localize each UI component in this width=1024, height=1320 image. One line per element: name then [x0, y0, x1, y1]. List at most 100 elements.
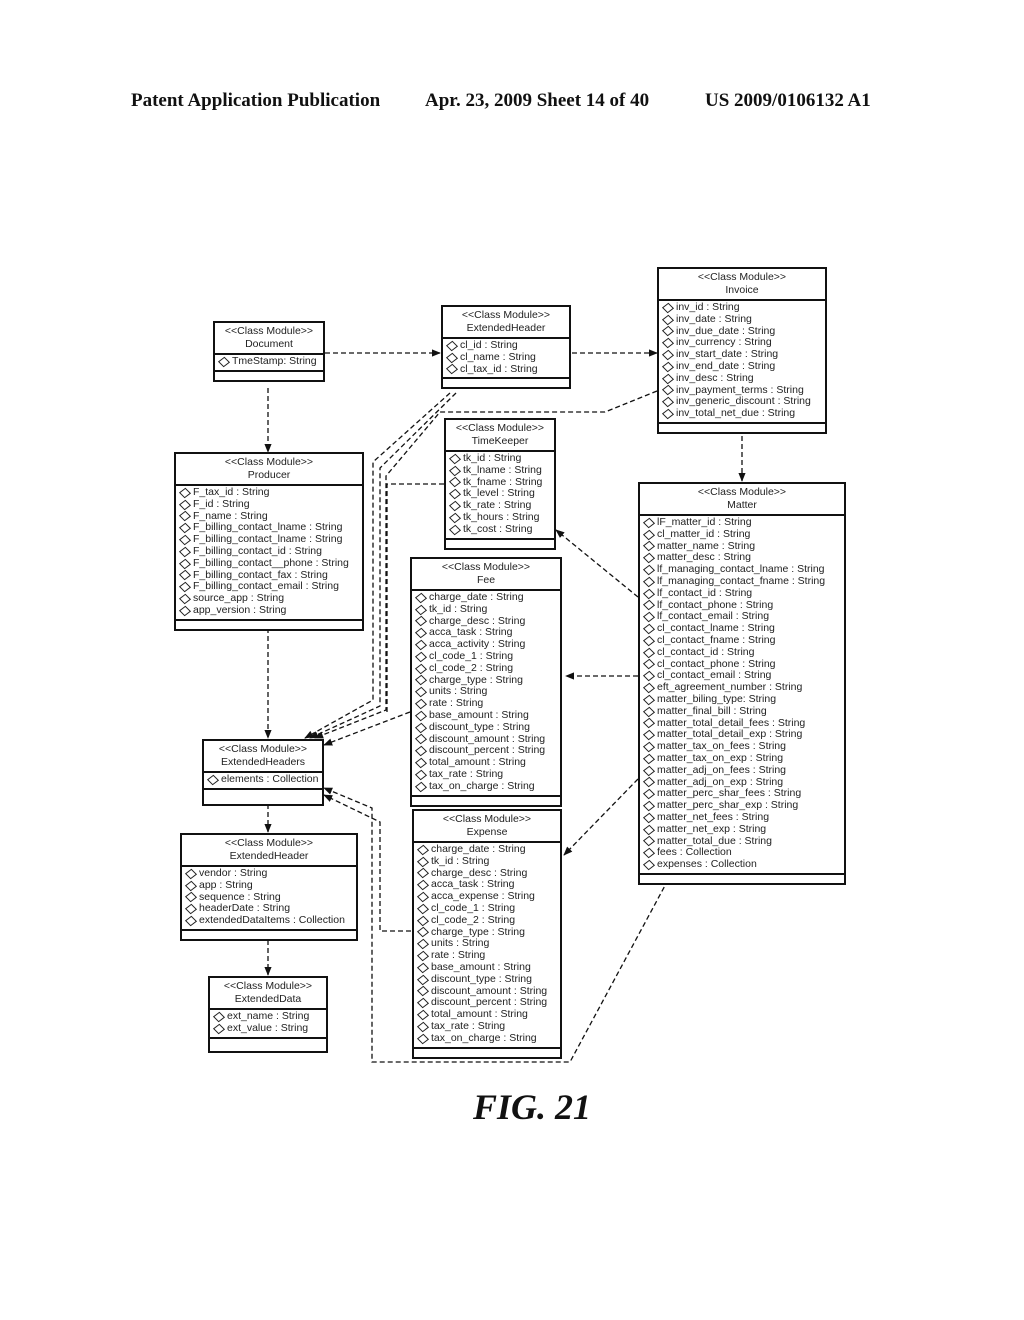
- attribute-row: cl_tax_id : String: [445, 363, 567, 376]
- attribute-text: inv_desc : String: [676, 371, 754, 384]
- attribute-text: matter_final_bill : String: [657, 704, 767, 717]
- attribute-row: F_id : String: [178, 498, 360, 511]
- attribute-diamond-icon: [416, 891, 430, 903]
- attribute-diamond-icon: [642, 529, 656, 540]
- attribute-text: discount_type : String: [429, 720, 530, 733]
- attribute-diamond-icon: [178, 534, 192, 546]
- attribute-diamond-icon: [414, 710, 428, 722]
- stereotype: <<Class Module>>: [697, 271, 787, 283]
- attribute-text: expenses : Collection: [657, 858, 757, 871]
- attribute-diamond-icon: [414, 734, 428, 745]
- attribute-diamond-icon: [445, 364, 459, 375]
- attribute-text: tk_id : String: [429, 602, 488, 615]
- attribute-diamond-icon: [642, 564, 656, 576]
- attribute-diamond-icon: [184, 880, 198, 891]
- attribute-list: elements : Collection: [204, 773, 322, 790]
- attribute-diamond-icon: [445, 340, 459, 352]
- attribute-diamond-icon: [448, 512, 462, 524]
- class-name: ExtendedHeader: [466, 322, 546, 334]
- attribute-diamond-icon: [642, 777, 656, 788]
- attribute-diamond-icon: [642, 588, 656, 599]
- attribute-diamond-icon: [642, 765, 656, 776]
- class-name: ExtendedHeaders: [220, 756, 306, 768]
- attribute-diamond-icon: [178, 570, 192, 581]
- attribute-row: matter_net_fees : String: [642, 810, 842, 824]
- attribute-row: lf_contact_id : String: [642, 587, 842, 600]
- attribute-diamond-icon: [661, 373, 675, 384]
- attribute-row: TmeStamp: String: [217, 355, 321, 368]
- attribute-diamond-icon: [642, 812, 656, 824]
- attribute-diamond-icon: [642, 623, 656, 635]
- attribute-diamond-icon: [416, 927, 430, 938]
- attribute-diamond-icon: [416, 915, 430, 926]
- attribute-text: matter_adj_on_fees : String: [657, 763, 786, 776]
- attribute-row: cl_code_2 : String: [416, 914, 558, 927]
- attribute-diamond-icon: [178, 511, 192, 522]
- attribute-diamond-icon: [642, 576, 656, 588]
- attribute-text: base_amount : String: [431, 960, 531, 973]
- attribute-diamond-icon: [416, 1021, 430, 1033]
- attribute-text: inv_end_date : String: [676, 359, 776, 372]
- attribute-diamond-icon: [414, 745, 428, 757]
- attribute-diamond-icon: [448, 489, 462, 500]
- attribute-text: discount_type : String: [431, 972, 532, 985]
- attribute-row: inv_total_net_due : String: [661, 407, 823, 420]
- attribute-diamond-icon: [178, 605, 192, 617]
- attribute-row: tk_hours : String: [448, 511, 552, 524]
- attribute-diamond-icon: [178, 499, 192, 510]
- attribute-diamond-icon: [414, 592, 428, 604]
- attribute-diamond-icon: [642, 553, 656, 564]
- class-timekeeper: <<Class Module>> TimeKeeper tk_id : Strin…: [444, 418, 556, 550]
- attribute-row: extendedDataItems : Collection: [184, 914, 354, 927]
- attribute-row: tk_lname : String: [448, 464, 552, 477]
- attribute-text: ext_value : String: [227, 1021, 309, 1034]
- attribute-text: extendedDataItems : Collection: [199, 914, 345, 927]
- attribute-diamond-icon: [661, 314, 675, 325]
- attribute-text: matter_net_fees : String: [657, 810, 770, 823]
- attribute-diamond-icon: [178, 582, 192, 593]
- attribute-row: ext_value : String: [212, 1021, 324, 1035]
- attribute-row: lf_managing_contact_fname : String: [642, 575, 842, 588]
- attribute-diamond-icon: [184, 915, 198, 927]
- attribute-diamond-icon: [217, 356, 231, 368]
- attribute-text: matter_net_exp : String: [657, 822, 767, 835]
- attribute-text: F_billing_contact__phone : String: [193, 556, 349, 569]
- attribute-diamond-icon: [661, 397, 675, 408]
- class-extendedheaders: <<Class Module>> ExtendedHeaders elements…: [202, 739, 324, 806]
- stereotype: <<Class Module>>: [697, 486, 787, 498]
- class-extendedheader-bottom: <<Class Module>> ExtendedHeader vendor : …: [180, 833, 358, 941]
- operations-section: [659, 424, 825, 432]
- attribute-row: discount_type : String: [414, 720, 558, 734]
- attribute-diamond-icon: [414, 769, 428, 781]
- attribute-row: cl_contact_id : String: [642, 645, 842, 659]
- attribute-row: matter_final_bill : String: [642, 704, 842, 718]
- attribute-row: discount_type : String: [416, 972, 558, 986]
- attribute-text: cl_contact_fname : String: [657, 633, 776, 646]
- attribute-diamond-icon: [642, 729, 656, 741]
- attribute-diamond-icon: [661, 302, 675, 314]
- operations-section: [182, 931, 356, 939]
- attribute-diamond-icon: [414, 639, 428, 651]
- attribute-text: cl_contact_id : String: [657, 645, 755, 658]
- operations-section: [414, 1049, 560, 1057]
- attribute-text: tax_rate : String: [429, 767, 504, 780]
- attribute-diamond-icon: [414, 757, 428, 769]
- attribute-diamond-icon: [414, 651, 428, 663]
- class-extendeddata: <<Class Module>> ExtendedData ext_name : …: [208, 976, 328, 1053]
- connector-matter-to-timekeeper: [555, 529, 639, 598]
- stereotype: <<Class Module>>: [218, 743, 308, 755]
- attribute-diamond-icon: [642, 800, 656, 812]
- attribute-text: inv_date : String: [676, 312, 752, 325]
- stereotype: <<Class Module>>: [442, 813, 532, 825]
- attribute-row: cl_matter_id : String: [642, 528, 842, 541]
- attribute-diamond-icon: [178, 487, 192, 499]
- connector-matter-to-expense: [563, 778, 639, 856]
- attribute-text: tax_on_charge : String: [431, 1031, 537, 1044]
- attribute-row: tk_cost : String: [448, 523, 552, 536]
- attribute-text: cl_code_1 : String: [431, 901, 516, 914]
- attribute-diamond-icon: [416, 1033, 430, 1044]
- attribute-diamond-icon: [178, 558, 192, 569]
- attribute-text: cl_code_1 : String: [429, 649, 514, 662]
- attribute-diamond-icon: [642, 859, 656, 871]
- attribute-diamond-icon: [212, 1011, 226, 1023]
